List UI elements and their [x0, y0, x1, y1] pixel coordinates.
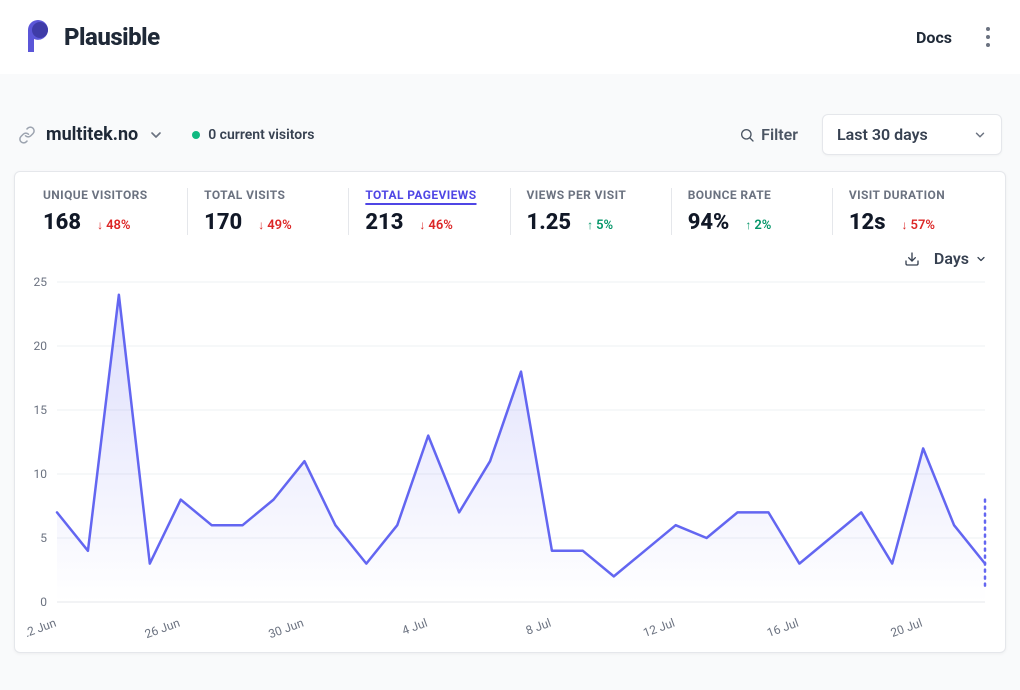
svg-text:30 Jun: 30 Jun — [267, 616, 306, 642]
metric-change: ↓ 57% — [902, 218, 935, 233]
svg-text:22 Jun: 22 Jun — [27, 616, 58, 642]
site-domain[interactable]: multitek.no — [46, 124, 138, 145]
svg-text:16 Jul: 16 Jul — [765, 616, 800, 640]
link-icon — [18, 126, 36, 144]
metric-total-visits[interactable]: TOTAL VISITS 170 ↓ 49% — [187, 188, 348, 235]
svg-text:0: 0 — [40, 595, 47, 609]
metric-change: ↓ 48% — [97, 218, 130, 233]
svg-text:8 Jul: 8 Jul — [524, 616, 553, 638]
download-button[interactable] — [904, 249, 920, 268]
interval-select[interactable]: Days — [934, 249, 987, 268]
metric-change: ↓ 46% — [419, 218, 452, 233]
search-icon — [739, 127, 755, 143]
metric-bounce-rate[interactable]: BOUNCE RATE 94% ↑ 2% — [671, 188, 832, 235]
metric-value: 12s — [849, 210, 886, 235]
metric-value: 94% — [688, 210, 730, 235]
chevron-down-icon — [973, 128, 987, 142]
live-visitors-text: 0 current visitors — [208, 127, 314, 143]
site-switcher[interactable] — [148, 127, 164, 143]
metric-label: UNIQUE VISITORS — [43, 188, 171, 202]
metric-label: TOTAL PAGEVIEWS — [365, 188, 493, 202]
plausible-logo-icon — [24, 20, 54, 54]
metric-label: BOUNCE RATE — [688, 188, 816, 202]
svg-text:26 Jun: 26 Jun — [143, 616, 182, 642]
metric-value: 168 — [43, 210, 81, 235]
docs-link[interactable]: Docs — [916, 28, 952, 47]
metric-label: TOTAL VISITS — [204, 188, 332, 202]
filter-button[interactable]: Filter — [729, 117, 808, 152]
svg-text:4 Jul: 4 Jul — [400, 616, 429, 638]
live-visitors[interactable]: 0 current visitors — [192, 127, 314, 143]
brand[interactable]: Plausible — [24, 20, 160, 54]
stats-card: UNIQUE VISITORS 168 ↓ 48% TOTAL VISITS 170 ↓ … — [14, 171, 1006, 653]
metric-visit-duration[interactable]: VISIT DURATION 12s ↓ 57% — [832, 188, 993, 235]
date-range-select[interactable]: Last 30 days — [822, 114, 1002, 155]
more-menu-icon[interactable] — [980, 21, 996, 53]
metric-change: ↑ 5% — [587, 218, 613, 233]
metric-change: ↓ 49% — [258, 218, 291, 233]
metric-value: 170 — [204, 210, 242, 235]
svg-text:12 Jul: 12 Jul — [641, 616, 676, 640]
pageviews-chart: 0 5 10 15 20 25 22 Jun 26 Jun 30 Jun 4 Jul 8 Jul 1… — [27, 272, 993, 642]
svg-text:10: 10 — [34, 467, 48, 481]
metric-unique-visitors[interactable]: UNIQUE VISITORS 168 ↓ 48% — [27, 188, 187, 235]
metric-views-per-visit[interactable]: VIEWS PER VISIT 1.25 ↑ 5% — [510, 188, 671, 235]
svg-text:20 Jul: 20 Jul — [889, 616, 924, 640]
metric-label: VISIT DURATION — [849, 188, 977, 202]
svg-text:20: 20 — [34, 339, 48, 353]
svg-text:15: 15 — [34, 403, 48, 417]
metric-change: ↑ 2% — [745, 218, 771, 233]
metrics-row: UNIQUE VISITORS 168 ↓ 48% TOTAL VISITS 170 ↓ … — [15, 172, 1005, 243]
metric-total-pageviews[interactable]: TOTAL PAGEVIEWS 213 ↓ 46% — [348, 188, 509, 235]
live-dot-icon — [192, 131, 200, 139]
svg-text:25: 25 — [34, 275, 48, 289]
brand-name: Plausible — [64, 23, 160, 51]
metric-value: 213 — [365, 210, 403, 235]
metric-value: 1.25 — [527, 210, 572, 235]
metric-label: VIEWS PER VISIT — [527, 188, 655, 202]
svg-text:5: 5 — [40, 531, 47, 545]
